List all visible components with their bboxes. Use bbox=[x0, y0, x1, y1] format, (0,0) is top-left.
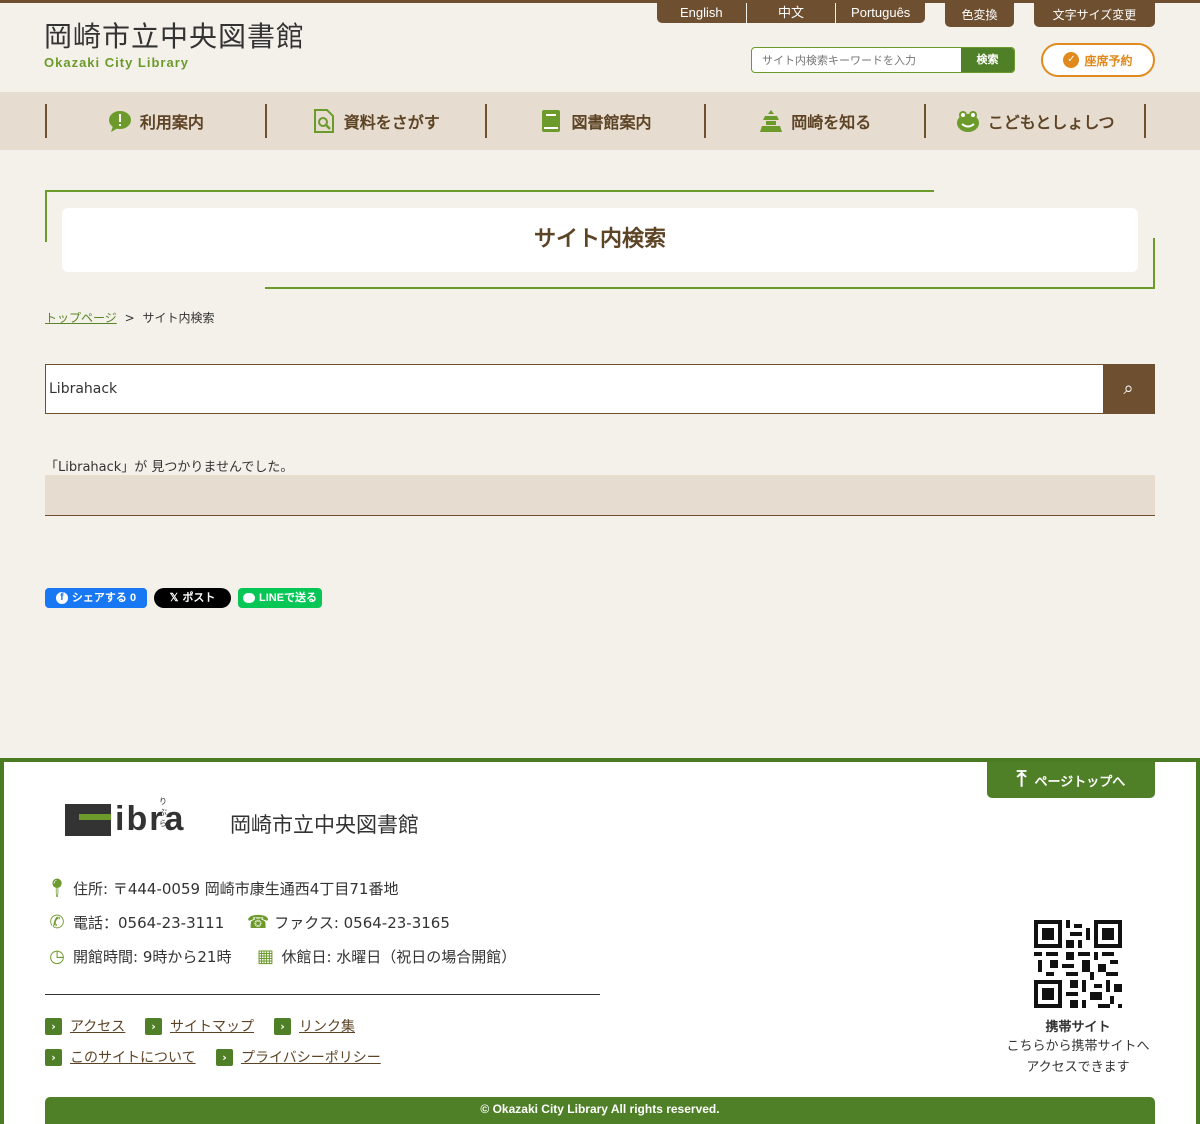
footer-logo: ibra りぶら bbox=[65, 797, 185, 839]
footer-link-links[interactable]: › リンク集 bbox=[274, 1016, 355, 1036]
chevron-right-icon: › bbox=[145, 1017, 162, 1035]
main-nav: 利用案内 資料をさがす 図書館案内 岡崎を知る こどもとしょしつ bbox=[0, 92, 1200, 150]
page-title: サイト内検索 bbox=[62, 208, 1138, 272]
lang-english-link[interactable]: English bbox=[657, 3, 747, 23]
lang-chinese-link[interactable]: 中文 bbox=[747, 3, 837, 23]
footer-fax: ファクス: 0564-23-3165 bbox=[274, 914, 450, 932]
nav-label: 利用案内 bbox=[139, 113, 204, 132]
facebook-icon: f bbox=[55, 592, 68, 604]
mobile-site-text: こちらから携帯サイトへアクセスできます bbox=[1006, 1039, 1150, 1075]
copyright: © Okazaki City Library All rights reserv… bbox=[45, 1097, 1155, 1124]
header-search-button[interactable]: 検索 bbox=[961, 48, 1014, 72]
footer-hours: 開館時間: 9時から21時 bbox=[73, 948, 232, 966]
line-share-button[interactable]: LINEで送る bbox=[238, 588, 322, 608]
facebook-share-button[interactable]: f シェアする 0 bbox=[45, 588, 147, 608]
footer-address-row: 📍︎ 住所: 〒444-0059 岡崎市康生通西4丁目71番地 bbox=[45, 878, 399, 899]
nav-label: 図書館案内 bbox=[571, 113, 652, 132]
libra-logo-mark bbox=[65, 803, 111, 836]
clock-icon: ◷ bbox=[49, 946, 65, 967]
chevron-right-icon: › bbox=[45, 1017, 62, 1035]
fax-icon: ☎︎ bbox=[247, 912, 270, 933]
book-icon bbox=[542, 110, 561, 132]
nav-label: 資料をさがす bbox=[343, 113, 440, 132]
phone-icon: ✆ bbox=[49, 912, 65, 933]
header-search: 検索 bbox=[751, 47, 1015, 73]
chevron-right-icon: › bbox=[216, 1048, 233, 1066]
qr-code-image bbox=[1034, 920, 1122, 1008]
breadcrumb-separator: > bbox=[124, 311, 135, 325]
frog-icon bbox=[956, 111, 979, 132]
color-change-button[interactable]: 色変換 bbox=[945, 3, 1014, 27]
x-logo-icon: 𝕏 bbox=[169, 592, 179, 604]
footer-contact-row: ✆ 電話：0564-23-3111 ☎︎ ファクス: 0564-23-3165 bbox=[45, 912, 450, 933]
arrow-up-icon: ⤒ bbox=[1016, 767, 1027, 792]
breadcrumb: トップページ > サイト内検索 bbox=[45, 309, 215, 326]
no-results-message: 「Librahack」が 見つかりませんでした。 bbox=[45, 460, 294, 475]
logo-japanese: 岡崎市立中央図書館 bbox=[44, 20, 306, 53]
site-search-button[interactable]: ⌕ bbox=[1103, 365, 1154, 413]
site-logo[interactable]: 岡崎市立中央図書館 Okazaki City Library bbox=[44, 20, 305, 70]
nav-item-kids[interactable]: こどもとしょしつ bbox=[926, 104, 1146, 138]
map-pin-icon: 📍︎ bbox=[45, 878, 69, 899]
x-post-button[interactable]: 𝕏 ポスト bbox=[154, 588, 231, 608]
nav-item-guide[interactable]: 利用案内 bbox=[47, 104, 267, 138]
facebook-share-label: シェアする 0 bbox=[71, 592, 137, 604]
header-search-input[interactable] bbox=[752, 48, 961, 72]
search-icon: ⌕ bbox=[1123, 378, 1134, 399]
calendar-icon: ▦ bbox=[256, 946, 274, 967]
nav-item-library-info[interactable]: 図書館案内 bbox=[487, 104, 707, 138]
footer-phone: 電話：0564-23-3111 bbox=[73, 914, 225, 932]
document-search-icon bbox=[313, 109, 334, 133]
footer-link-sitemap[interactable]: › サイトマップ bbox=[145, 1016, 254, 1036]
nav-label: 岡崎を知る bbox=[791, 113, 872, 132]
breadcrumb-home-link[interactable]: トップページ bbox=[45, 311, 117, 325]
seat-reserve-label: 座席予約 bbox=[1084, 53, 1133, 68]
check-icon: ✓ bbox=[1063, 52, 1080, 68]
chevron-right-icon: › bbox=[274, 1017, 291, 1035]
seat-reserve-button[interactable]: ✓ 座席予約 bbox=[1041, 43, 1155, 77]
page-top-button[interactable]: ⤒ ページトップへ bbox=[987, 762, 1155, 798]
results-bar bbox=[45, 475, 1155, 516]
footer-address: 住所: 〒444-0059 岡崎市康生通西4丁目71番地 bbox=[73, 880, 399, 898]
line-icon bbox=[242, 593, 255, 603]
footer-link-access[interactable]: › アクセス bbox=[45, 1016, 125, 1036]
footer-link-privacy[interactable]: › プライバシーポリシー bbox=[216, 1047, 381, 1067]
line-share-label: LINEで送る bbox=[258, 592, 318, 604]
libra-logo-ruby: りぶら bbox=[159, 797, 177, 828]
site-search-input[interactable] bbox=[46, 365, 1103, 413]
language-tabs: English 中文 Português bbox=[657, 3, 925, 23]
footer-hours-row: ◷ 開館時間: 9時から21時 ▦ 休館日: 水曜日（祝日の場合開館） bbox=[45, 946, 516, 967]
footer-closed-days: 休館日: 水曜日（祝日の場合開館） bbox=[281, 948, 517, 966]
footer-library-name: 岡崎市立中央図書館 bbox=[230, 813, 419, 837]
site-search-form: ⌕ bbox=[45, 364, 1155, 414]
font-size-button[interactable]: 文字サイズ変更 bbox=[1034, 3, 1155, 27]
footer-link-about[interactable]: › このサイトについて bbox=[45, 1047, 196, 1067]
speech-bubble-icon bbox=[108, 111, 131, 132]
nav-item-search-materials[interactable]: 資料をさがす bbox=[267, 104, 487, 138]
breadcrumb-current: サイト内検索 bbox=[142, 311, 215, 325]
page-top-label: ページトップへ bbox=[1034, 774, 1126, 790]
nav-label: こどもとしょしつ bbox=[987, 113, 1115, 132]
castle-icon bbox=[760, 110, 783, 132]
lang-portuguese-link[interactable]: Português bbox=[836, 3, 925, 23]
footer-divider bbox=[45, 994, 600, 995]
top-border bbox=[0, 0, 1200, 3]
chevron-right-icon: › bbox=[45, 1048, 62, 1066]
x-post-label: ポスト bbox=[182, 592, 216, 604]
mobile-site-title: 携帯サイト bbox=[1045, 1020, 1111, 1035]
nav-item-okazaki[interactable]: 岡崎を知る bbox=[706, 104, 927, 138]
logo-english: Okazaki City Library bbox=[44, 55, 189, 70]
